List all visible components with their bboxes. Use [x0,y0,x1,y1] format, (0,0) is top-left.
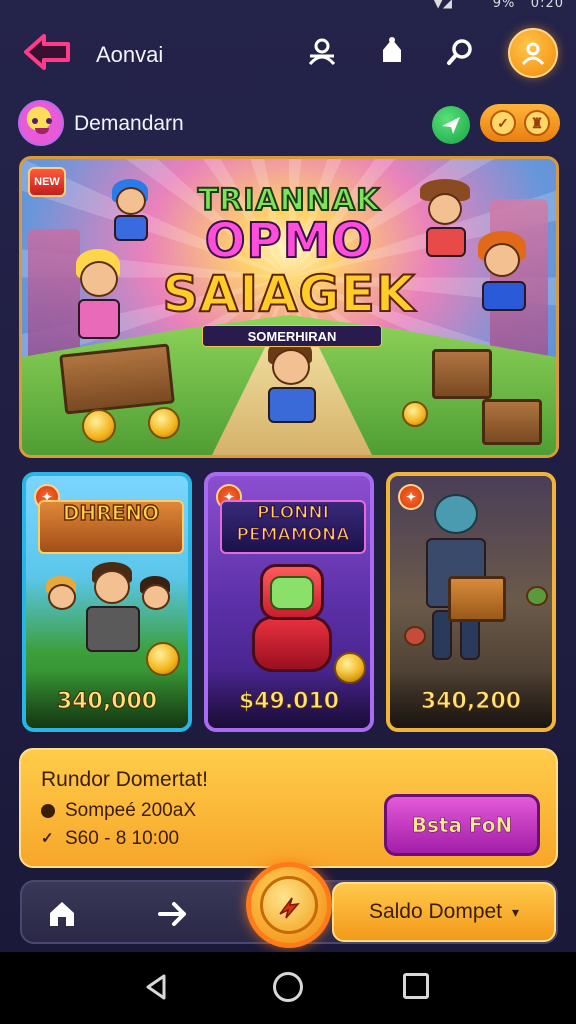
promo-panel: Rundor Domertat! Sompeé 200aX ✓ S60 - 8 … [19,748,558,868]
mascot-avatar[interactable] [18,100,64,146]
profile-icon [521,42,545,66]
character-hero-jumping [258,339,328,439]
search-icon [447,39,472,65]
card-price: 340,000 [56,689,158,715]
wallet-label: Saldo Dompet [368,900,503,923]
gift-crate [448,576,506,622]
bell-icon [383,37,401,62]
gift-crate [482,399,542,445]
profile-button[interactable] [508,28,558,78]
section-title: Demandarn [74,112,184,135]
gift-crate [432,349,492,399]
bullet-icon [41,804,55,818]
wheel-coin [148,407,180,439]
wheel-coin [82,409,116,443]
chevron-down-icon: ▾ [512,903,520,920]
robot-face [270,576,314,610]
robot-body [252,616,332,672]
avatar-eye [46,118,52,124]
search-button[interactable] [442,34,478,70]
battery-text: 9% [492,0,516,11]
home-icon [50,902,74,926]
system-recents-icon[interactable] [403,973,429,999]
user-icon [308,38,336,66]
hero-subtitle: SOMERHIRAN [202,325,382,347]
signal-icon: ▼◢ [433,0,452,10]
hero-title-line3: SAIAGEK [162,264,416,324]
promo-item: ✓ S60 - 8 10:00 [41,828,179,850]
trophy-icon: ♜ [524,110,550,136]
top-header: Aonvai [0,20,576,84]
app-root: ▼◢ 9% 0:20 Aonvai Demandarn ✓ ♜ NEW TRIA… [0,0,576,1024]
hero-banner[interactable]: NEW TRIANNAK OPMO SAIAGEK SOMERHIRAN [19,156,559,458]
character-friend [40,576,84,646]
card-price: $49.010 [238,689,340,715]
clock: 0:20 [530,0,564,11]
gold-coin [402,401,428,427]
nav-forward-button[interactable] [152,894,192,934]
nav-home-button[interactable] [42,894,82,934]
system-back-icon[interactable] [142,972,172,1002]
center-button-inner [260,876,318,934]
avatar-eye [32,118,38,124]
check-coin-icon: ✓ [490,110,516,136]
promo-item-text: S60 - 8 10:00 [65,828,180,849]
card-price: 340,200 [420,689,522,715]
status-text: 9% 0:20 [493,0,564,11]
back-button[interactable] [20,30,76,74]
promo-title: Rundor Domertat! [41,768,208,791]
nav-center-play-button[interactable] [246,862,332,948]
avatar-mouth [35,128,49,134]
character-minion [400,626,430,666]
promo-action-button[interactable]: Bsta FoN [384,794,540,856]
character-friend [134,576,178,646]
paper-plane-icon [442,117,460,134]
promo-item: Sompeé 200aX [41,800,196,822]
card-title: PLONNI PEMAMONA [236,502,350,546]
page-title: Aonvai [96,42,164,67]
user-button[interactable] [304,34,340,70]
card-title: DHRENO [62,501,160,525]
forward-arrow-icon [158,902,186,926]
hero-title-line2: OPMO [204,212,374,270]
game-card[interactable]: ✦ PLONNI PEMAMONA $49.010 [204,472,374,732]
status-bar: ▼◢ 9% 0:20 [0,0,576,14]
back-arrow-icon [24,34,70,70]
send-button[interactable] [432,106,470,144]
system-home-icon[interactable] [273,972,303,1002]
promo-item-text: Sompeé 200aX [65,800,196,821]
character-minion [522,586,552,626]
treasure-cart [59,343,175,415]
rewards-pill[interactable]: ✓ ♜ [480,104,560,142]
game-card[interactable]: ✦ 340,200 [386,472,556,732]
check-icon: ✓ [41,830,54,847]
wallet-balance-button[interactable]: Saldo Dompet ▾ [332,882,556,942]
lightning-icon [279,897,300,919]
notification-button[interactable] [374,34,410,70]
system-nav-bar [0,952,576,1024]
game-card[interactable]: ✦ DHRENO 340,000 [22,472,192,732]
